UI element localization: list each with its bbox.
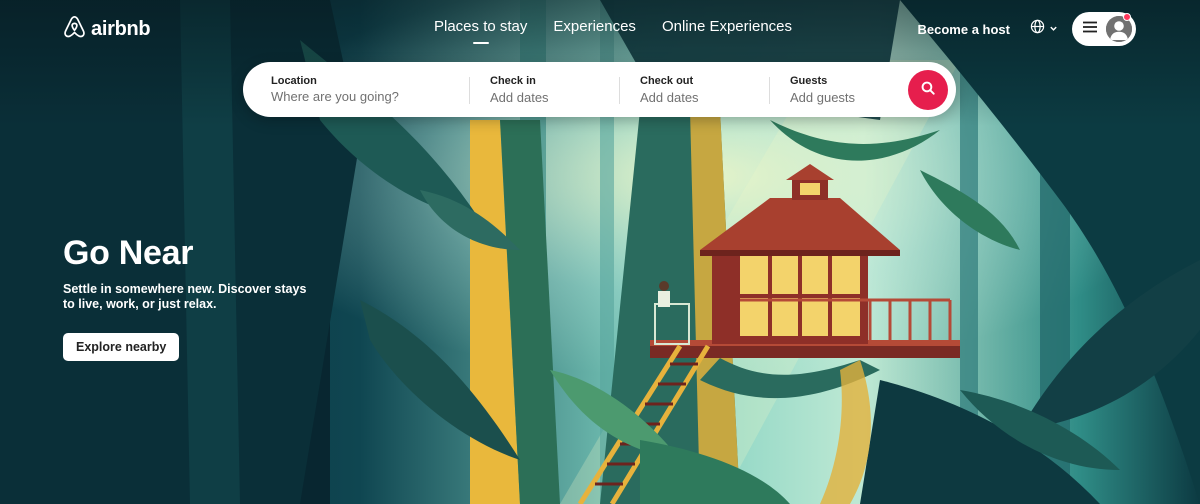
guests-label: Guests [790,75,828,87]
search-divider [619,77,620,104]
search-divider [769,77,770,104]
check-out-label: Check out [640,75,694,87]
location-input[interactable] [271,89,451,104]
notification-badge [1123,13,1131,21]
main-nav: Places to stay Experiences Online Experi… [434,18,792,44]
language-selector[interactable] [1030,19,1058,39]
search-bar: Location Check in Add dates Check out Ad… [243,62,956,117]
search-divider [469,77,470,104]
header-right: Become a host [918,12,1136,46]
location-label: Location [271,75,317,87]
check-out-field[interactable]: Check out Add dates [640,62,760,117]
search-icon [921,81,935,100]
hamburger-menu-icon [1083,20,1097,38]
tab-places-to-stay[interactable]: Places to stay [434,18,527,44]
tab-experiences[interactable]: Experiences [553,18,636,35]
check-in-label: Check in [490,75,536,87]
check-in-value: Add dates [490,90,549,105]
explore-nearby-button[interactable]: Explore nearby [63,333,180,361]
location-field[interactable]: Location [271,62,471,117]
airbnb-belo-icon [62,13,87,46]
top-header: airbnb Places to stay Experiences Online… [0,0,1200,60]
airbnb-logo[interactable]: airbnb [62,13,151,46]
search-button[interactable] [908,70,948,110]
check-in-field[interactable]: Check in Add dates [490,62,610,117]
tab-online-experiences[interactable]: Online Experiences [662,18,792,35]
chevron-down-icon [1049,20,1058,38]
hero-subtitle: Settle in somewhere new. Discover stays … [63,282,307,311]
guests-field[interactable]: Guests Add guests [790,62,900,117]
brand-name: airbnb [91,17,151,40]
check-out-value: Add dates [640,90,699,105]
guests-value: Add guests [790,90,856,105]
user-menu-button[interactable] [1072,12,1136,46]
become-a-host-link[interactable]: Become a host [918,22,1010,37]
globe-icon [1030,19,1045,39]
hero-title: Go Near [63,234,194,272]
hero-copy: Go Near Settle in somewhere new. Discove… [63,232,323,361]
